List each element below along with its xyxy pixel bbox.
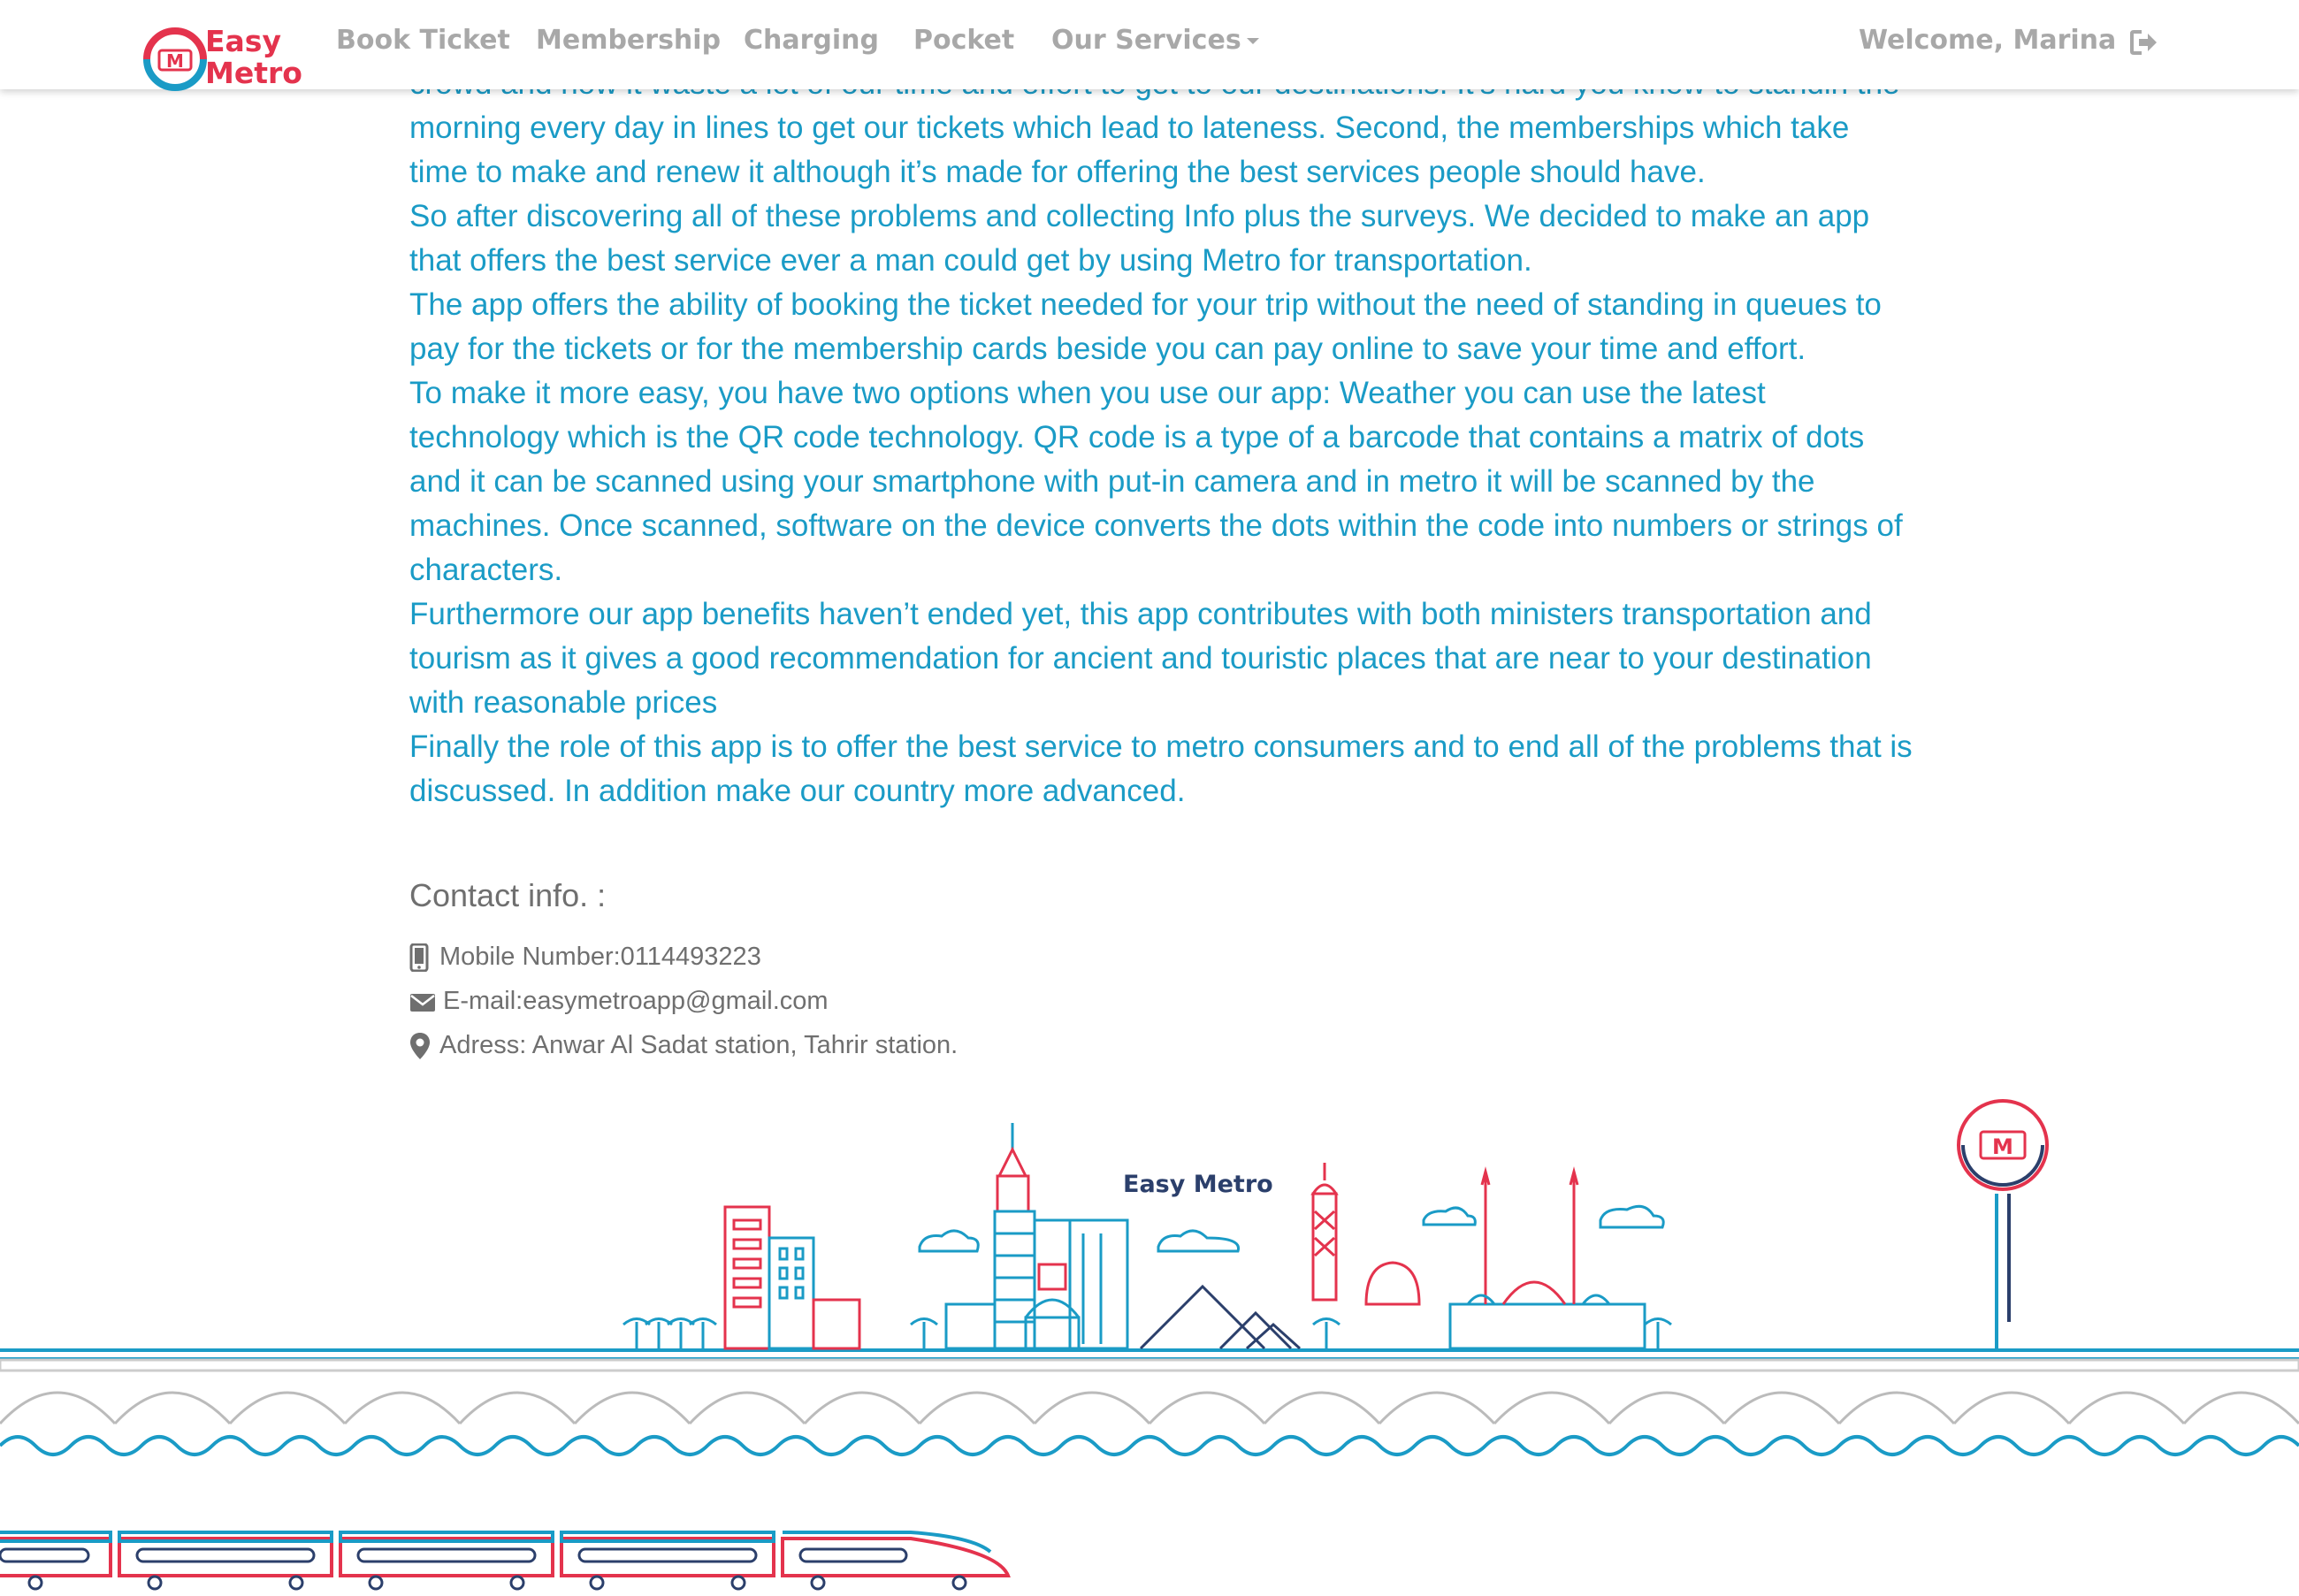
metro-sign-post: M bbox=[1957, 1099, 2049, 1348]
about-paragraph: Finally the role of this app is to offer… bbox=[409, 729, 1913, 808]
minaret-red bbox=[1310, 1163, 1339, 1302]
contact-address: Adress: Anwar Al Sadat station, Tahrir s… bbox=[409, 1031, 958, 1060]
mosque bbox=[1448, 1166, 1646, 1350]
svg-text:M: M bbox=[166, 50, 184, 72]
about-paragraph: To make it more easy, you have two optio… bbox=[409, 376, 1903, 587]
nav-our-services-label: Our Services bbox=[1051, 25, 1241, 56]
metro-train bbox=[0, 1531, 1011, 1591]
sphinx bbox=[1364, 1261, 1421, 1306]
navbar: M Easy Metro Book Ticket Membership Char… bbox=[0, 0, 2299, 91]
logo-line2: Metro bbox=[205, 56, 302, 90]
logo-line1: Easy bbox=[205, 24, 281, 58]
metro-logo-icon: M bbox=[143, 27, 207, 91]
envelope-icon bbox=[409, 988, 438, 1016]
about-paragraph: The app offers the ability of booking th… bbox=[409, 287, 1882, 366]
nav-book-ticket[interactable]: Book Ticket bbox=[336, 25, 510, 56]
palm-trees-left bbox=[622, 1317, 717, 1348]
mobile-phone-icon bbox=[409, 943, 434, 972]
footer-brand-text: Easy Metro bbox=[1123, 1171, 1273, 1198]
about-paragraph: So after discovering all of these proble… bbox=[409, 199, 1870, 278]
bridge bbox=[0, 1358, 2299, 1425]
svg-text:M: M bbox=[1992, 1134, 2013, 1159]
building-small bbox=[812, 1298, 861, 1350]
map-marker-icon bbox=[409, 1032, 434, 1060]
welcome-user[interactable]: Welcome, Marina bbox=[1859, 25, 2116, 56]
river-waves bbox=[0, 1435, 2299, 1456]
about-section: crowd and how it waste a lot of our time… bbox=[409, 62, 1913, 813]
address-text: Adress: Anwar Al Sadat station, Tahrir s… bbox=[439, 1031, 959, 1059]
contact-email: E-mail:easymetroapp@gmail.com bbox=[409, 987, 829, 1016]
about-paragraph: Furthermore our app benefits haven’t end… bbox=[409, 597, 1872, 720]
contact-mobile: Mobile Number:0114493223 bbox=[409, 943, 761, 972]
nav-charging[interactable]: Charging bbox=[744, 25, 879, 56]
mobile-number-text: Mobile Number:0114493223 bbox=[439, 943, 761, 971]
nav-membership[interactable]: Membership bbox=[536, 25, 721, 56]
nav-pocket[interactable]: Pocket bbox=[913, 25, 1014, 56]
building-short bbox=[944, 1302, 997, 1350]
contact-title: Contact info. : bbox=[409, 877, 607, 913]
cairo-skyline-illustration: Easy Metro M bbox=[0, 1088, 2299, 1592]
nav-our-services-dropdown[interactable]: Our Services bbox=[1051, 25, 1259, 56]
building-blue-1 bbox=[768, 1236, 815, 1350]
pyramids bbox=[1139, 1284, 1302, 1350]
skyline-svg: Easy Metro M bbox=[0, 1099, 2299, 1591]
sign-out-icon[interactable] bbox=[2129, 29, 2159, 56]
caret-down-icon bbox=[1246, 38, 1259, 44]
tower-center bbox=[993, 1123, 1129, 1350]
building-red bbox=[723, 1205, 771, 1350]
clouds bbox=[918, 1204, 1665, 1253]
logo-wordmark[interactable]: Easy Metro bbox=[205, 26, 302, 89]
email-text[interactable]: E-mail:easymetroapp@gmail.com bbox=[443, 987, 829, 1016]
